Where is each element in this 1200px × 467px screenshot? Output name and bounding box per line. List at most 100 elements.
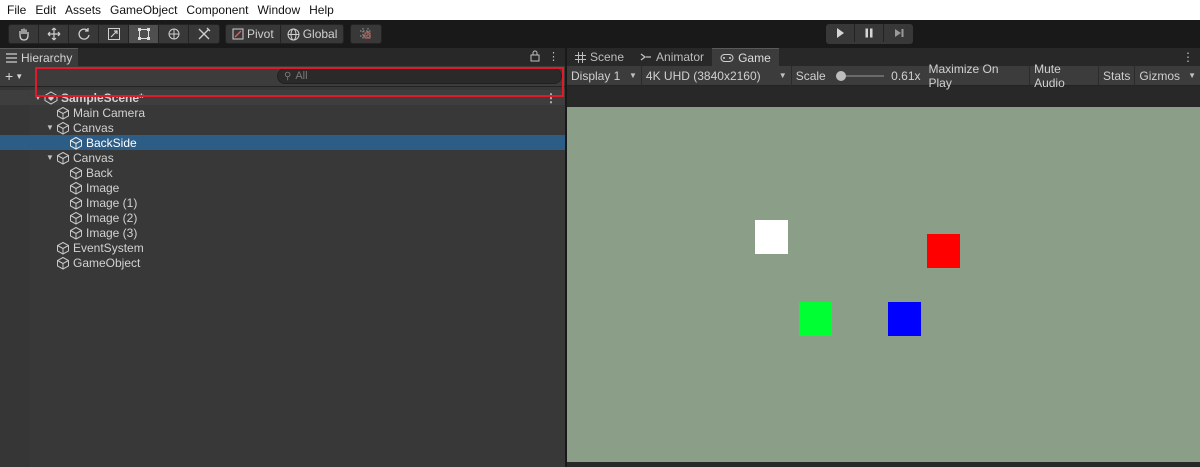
maximize-on-play-label: Maximize On Play	[928, 61, 999, 90]
menu-assets[interactable]: Assets	[62, 3, 107, 17]
tools-icon	[198, 27, 211, 40]
globe-icon	[287, 28, 300, 40]
hand-tool-button[interactable]	[9, 25, 39, 43]
custom-tool-button[interactable]	[189, 25, 219, 43]
tree-item-gameobject[interactable]: GameObject	[0, 255, 565, 270]
global-toggle[interactable]: Global	[281, 25, 344, 43]
tree-item-main-camera[interactable]: Main Camera	[0, 105, 565, 120]
tree-item-label: GameObject	[73, 255, 141, 270]
expand-caret-icon[interactable]: ▼	[44, 153, 56, 162]
pivot-icon	[232, 28, 244, 40]
tab-scene[interactable]: Scene	[567, 48, 632, 66]
tree-item-canvas-2[interactable]: ▼ Canvas	[0, 150, 565, 165]
grid-snap-button[interactable]	[351, 25, 381, 43]
game-toolbar: Display 1 ▼ 4K UHD (3840x2160) ▼ Scale 0…	[567, 62, 1200, 90]
display-dropdown[interactable]: Display 1 ▼	[567, 65, 642, 86]
tree-item-label: Canvas	[73, 120, 114, 135]
move-tool-button[interactable]	[39, 25, 69, 43]
transform-tool-button[interactable]	[159, 25, 189, 43]
expand-caret-icon[interactable]: ▼	[44, 123, 56, 132]
panel-menu-icon[interactable]: ⋮	[1182, 50, 1194, 64]
hierarchy-panel: Hierarchy ⋮ + ▼ ⚲ All ▼ SampleScene* ⋮ M…	[0, 48, 565, 467]
transform-tools	[8, 24, 220, 44]
menu-gameobject[interactable]: GameObject	[107, 3, 183, 17]
tree-item-image[interactable]: Image	[0, 180, 565, 195]
scale-tool-button[interactable]	[99, 25, 129, 43]
gameobject-cube-icon	[70, 211, 82, 225]
scene-menu-icon[interactable]: ⋮	[545, 91, 557, 105]
game-panel: Scene Animator Game ⋮ Display 1 ▼ 4K UHD…	[567, 48, 1200, 467]
play-button[interactable]	[826, 24, 855, 42]
tab-animator[interactable]: Animator	[632, 48, 712, 66]
tab-game[interactable]: Game	[712, 48, 779, 66]
menu-edit[interactable]: Edit	[32, 3, 62, 17]
hand-icon	[18, 28, 29, 41]
tree-item-image-3[interactable]: Image (3)	[0, 225, 565, 240]
display-label: Display 1	[571, 68, 621, 83]
menu-help[interactable]: Help	[306, 3, 340, 17]
menu-window[interactable]: Window	[254, 3, 306, 17]
mute-audio-label: Mute Audio	[1034, 61, 1065, 90]
scale-slider[interactable]	[835, 70, 884, 81]
tree-item-back[interactable]: Back	[0, 165, 565, 180]
stats-toggle[interactable]: Stats	[1099, 65, 1136, 86]
list-icon	[6, 52, 17, 63]
chevron-down-icon: ▼	[778, 71, 787, 80]
grid-icon	[575, 51, 586, 63]
main-toolbar: Pivot Global	[0, 20, 1200, 48]
menu-component[interactable]: Component	[183, 3, 254, 17]
grid-snap-icon	[360, 28, 372, 40]
hierarchy-tabbar: Hierarchy ⋮	[0, 48, 565, 66]
plus-icon: +	[5, 68, 14, 84]
pivot-toggle[interactable]: Pivot	[226, 25, 281, 43]
tree-item-canvas-1[interactable]: ▼ Canvas	[0, 120, 565, 135]
gizmos-dropdown[interactable]: Gizmos ▼	[1135, 66, 1200, 86]
green-square	[799, 302, 832, 336]
scale-label: Scale	[795, 68, 826, 83]
scale-value: 0.61x	[891, 68, 921, 83]
global-label: Global	[302, 27, 338, 41]
expand-caret-icon[interactable]: ▼	[32, 93, 44, 102]
game-view[interactable]	[567, 107, 1200, 462]
menu-file[interactable]: File	[4, 3, 32, 17]
search-placeholder: All	[295, 70, 308, 82]
rotate-tool-button[interactable]	[69, 25, 99, 43]
pivot-global-group: Pivot Global	[225, 24, 345, 44]
red-square	[927, 234, 960, 268]
tree-item-image-2[interactable]: Image (2)	[0, 210, 565, 225]
resolution-label: 4K UHD (3840x2160)	[645, 68, 761, 83]
lock-icon[interactable]	[530, 50, 540, 62]
gameobject-cube-icon	[70, 166, 82, 180]
hierarchy-tab-label: Hierarchy	[21, 50, 73, 65]
tab-hierarchy[interactable]: Hierarchy	[0, 48, 78, 66]
step-button[interactable]	[884, 24, 913, 42]
tab-animator-label: Animator	[656, 50, 705, 64]
chevron-down-icon: ▼	[15, 71, 24, 81]
gameobject-cube-icon	[70, 181, 82, 195]
tree-item-label: Image	[86, 180, 120, 195]
unity-scene-icon	[44, 90, 58, 105]
game-panel-tabbar: Scene Animator Game ⋮	[567, 48, 1200, 66]
resolution-dropdown[interactable]: 4K UHD (3840x2160) ▼	[642, 65, 792, 86]
create-button[interactable]: + ▼	[5, 68, 23, 84]
tab-scene-label: Scene	[590, 50, 625, 64]
search-input[interactable]: ⚲ All	[277, 68, 562, 84]
animator-icon	[640, 53, 652, 61]
maximize-on-play-toggle[interactable]: Maximize On Play	[925, 62, 1031, 90]
pause-button[interactable]	[855, 24, 884, 42]
game-view-letterbox	[567, 86, 1200, 105]
scene-row[interactable]: ▼ SampleScene* ⋮	[0, 90, 565, 105]
scale-slider-knob[interactable]	[835, 70, 846, 81]
step-icon	[894, 29, 903, 37]
gameobject-cube-icon	[70, 196, 82, 210]
transform-icon	[168, 28, 179, 40]
gameobject-cube-icon	[70, 226, 82, 240]
tree-item-eventsystem[interactable]: EventSystem	[0, 240, 565, 255]
panel-menu-icon[interactable]: ⋮	[548, 50, 559, 63]
hierarchy-tree: ▼ SampleScene* ⋮ Main Camera ▼ Canvas Ba…	[0, 87, 565, 467]
tree-item-backside[interactable]: BackSide	[0, 135, 565, 150]
mute-audio-toggle[interactable]: Mute Audio	[1030, 62, 1100, 90]
rect-transform-icon	[137, 28, 150, 40]
tree-item-image-1[interactable]: Image (1)	[0, 195, 565, 210]
rect-tool-button[interactable]	[129, 25, 159, 43]
